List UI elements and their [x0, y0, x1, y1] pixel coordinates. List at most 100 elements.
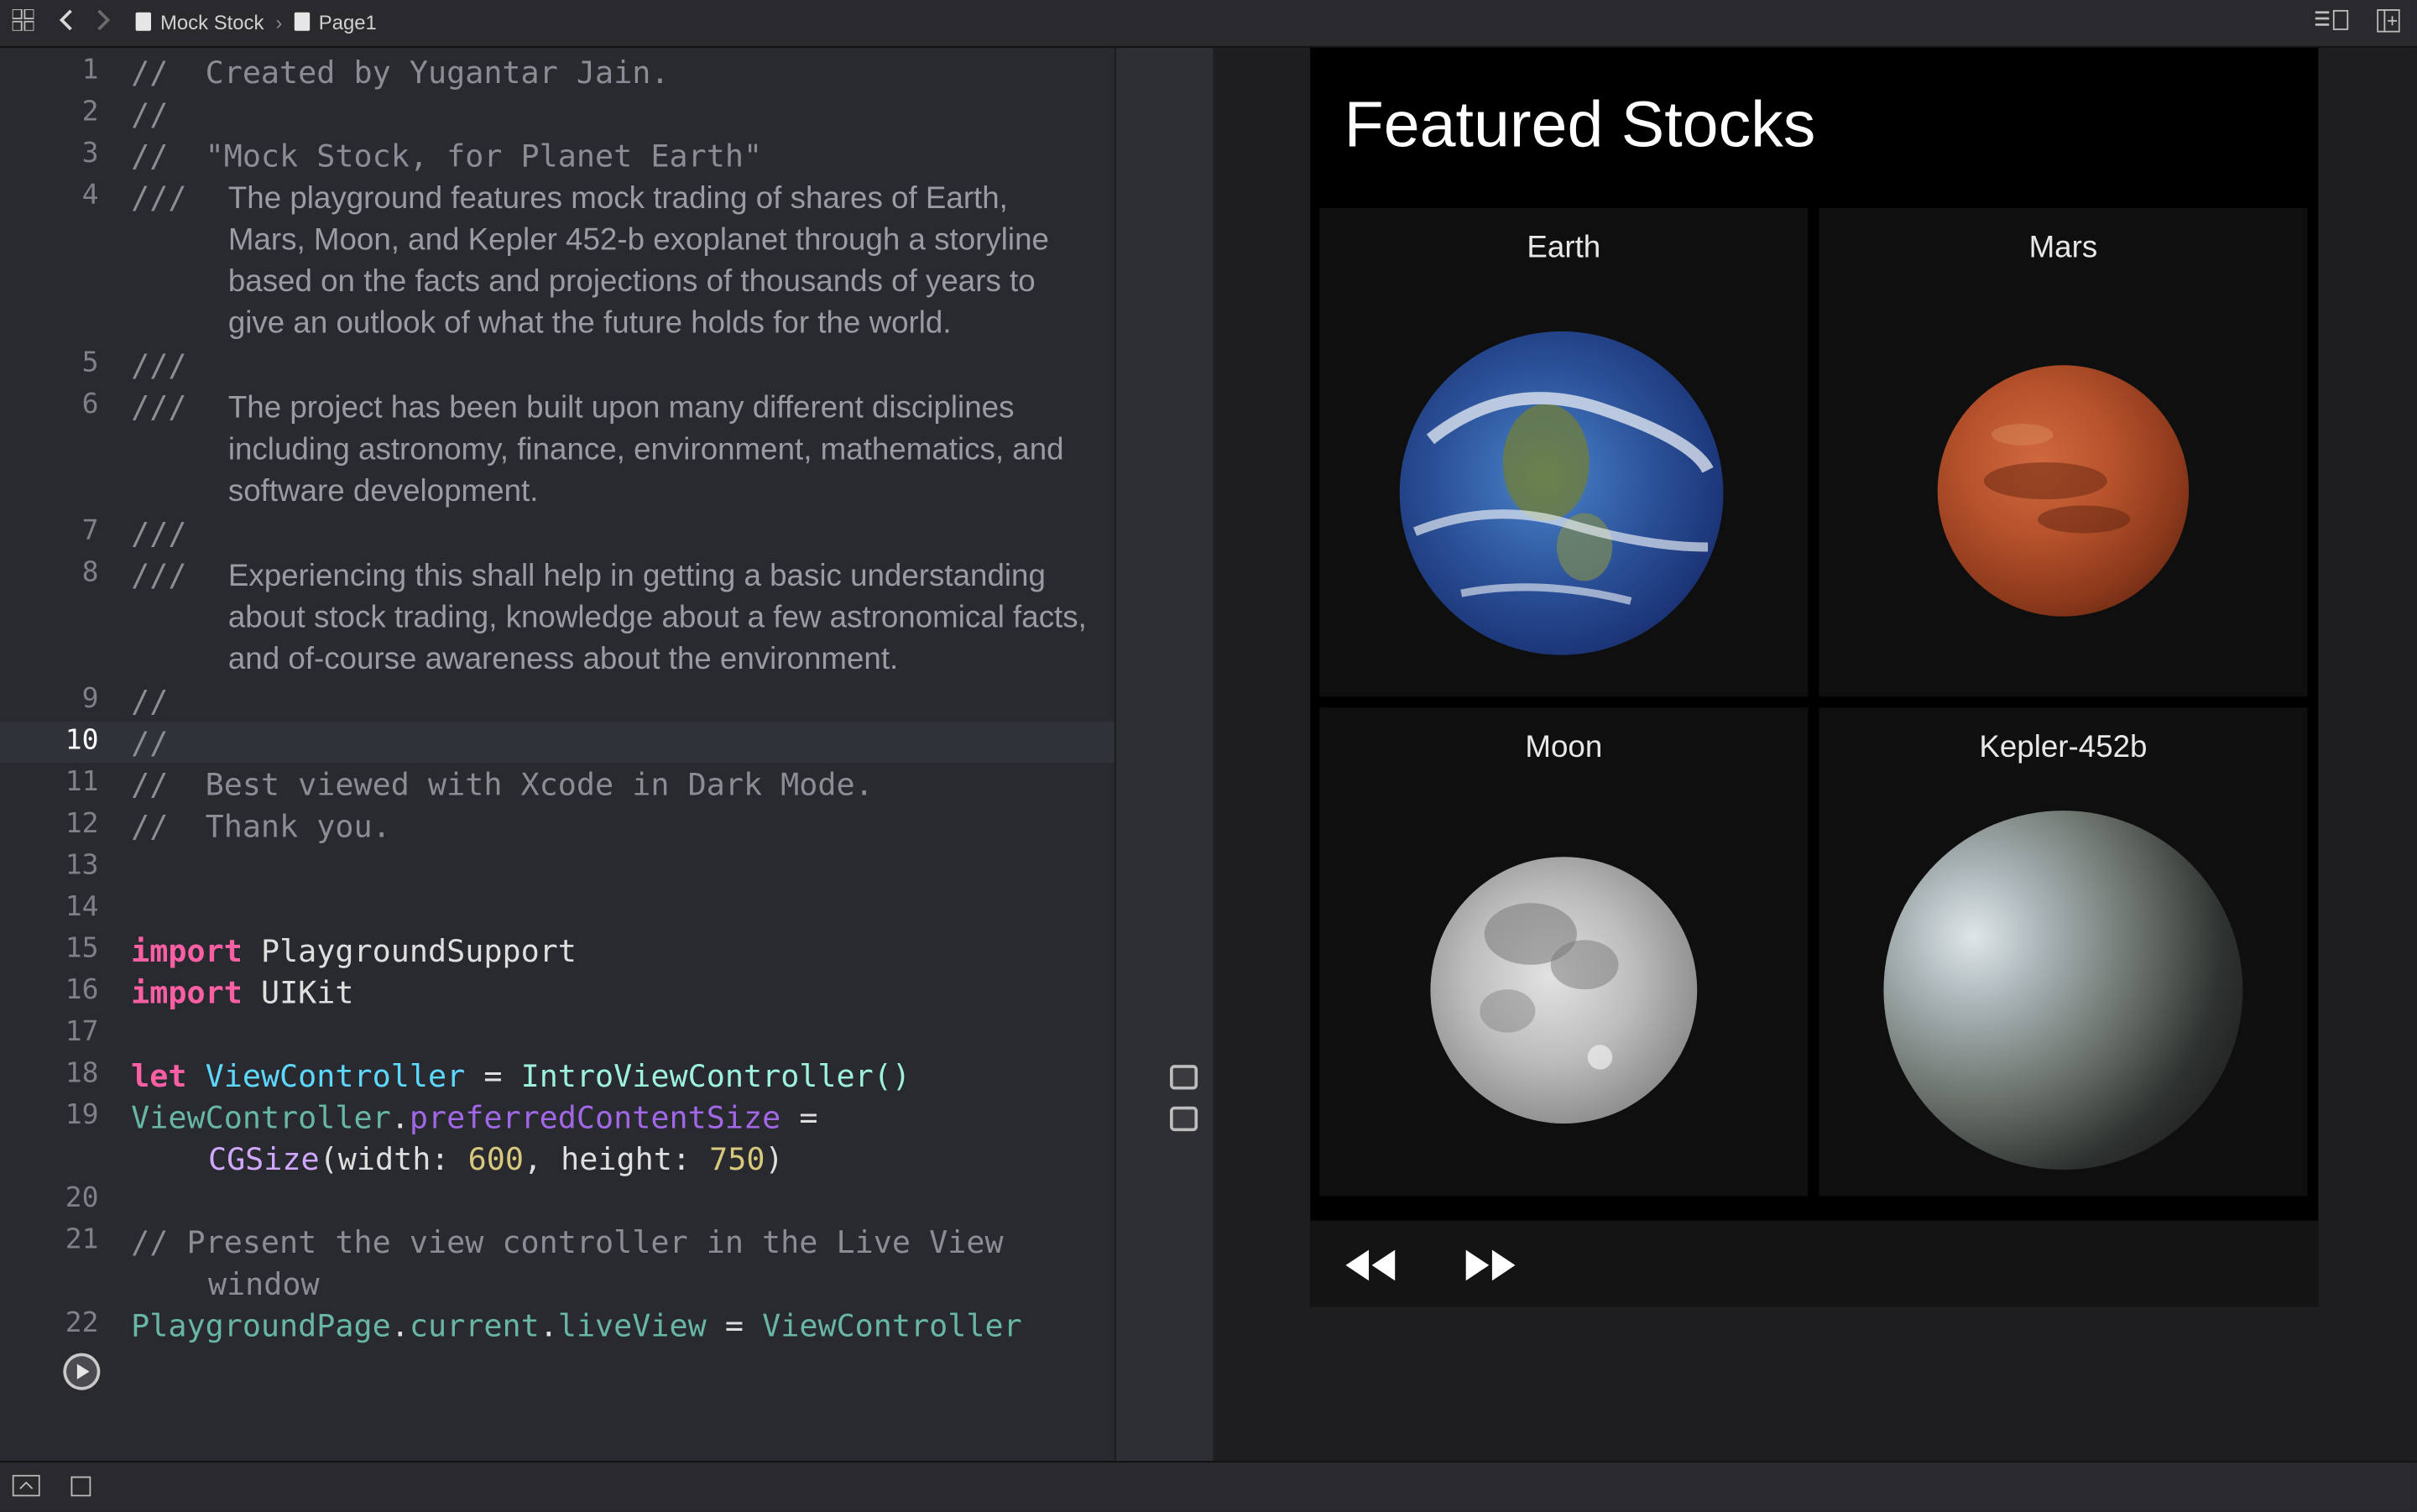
object-name: PlaygroundPage — [131, 1306, 391, 1344]
number-literal: 750 — [709, 1140, 765, 1178]
stock-card-earth[interactable]: Earth — [1319, 207, 1809, 697]
page-file-icon — [294, 12, 310, 31]
line-number: 7 — [81, 514, 99, 548]
line-number: 16 — [65, 973, 99, 1007]
source-editor[interactable]: 1 // Created by Yugantar Jain. 2 // 3 // "M… — [0, 47, 1115, 1462]
line-number: 5 — [81, 347, 99, 379]
breadcrumb: Mock Stock › Page1 — [135, 10, 377, 34]
variable-name: ViewController — [205, 1056, 466, 1095]
bottom-debug-bar — [0, 1461, 2417, 1512]
fast-forward-icon[interactable] — [1464, 1249, 1516, 1290]
back-chevron-icon[interactable] — [59, 9, 74, 35]
line-number: 6 — [81, 388, 99, 421]
playground-file-icon — [135, 12, 151, 31]
breadcrumb-page[interactable]: Page1 — [319, 11, 377, 34]
stock-card-kepler-452b[interactable]: Kepler-452b — [1819, 707, 2308, 1197]
moon-image — [1430, 857, 1698, 1124]
stock-name: Kepler-452b — [1979, 730, 2148, 765]
line-number: 22 — [65, 1306, 99, 1340]
result-toggle-icon[interactable] — [1170, 1106, 1198, 1132]
line-number: 21 — [65, 1223, 99, 1256]
line-number: 9 — [81, 682, 99, 716]
code-text: // Created by Yugantar Jain. — [131, 54, 670, 91]
earth-image — [1399, 331, 1724, 655]
breadcrumb-project[interactable]: Mock Stock — [160, 11, 264, 34]
mars-image — [1937, 365, 2190, 617]
stock-card-moon[interactable]: Moon — [1319, 707, 1809, 1197]
stock-name: Earth — [1527, 231, 1601, 265]
code-text: // Present the view controller in the Li… — [131, 1223, 1004, 1261]
stock-name: Moon — [1525, 730, 1603, 765]
dot: . — [390, 1098, 410, 1136]
add-editor-icon[interactable] — [2377, 9, 2400, 37]
args: , height: — [523, 1140, 710, 1178]
line-number: 12 — [65, 807, 99, 841]
result-toggle-icon[interactable] — [1170, 1065, 1198, 1090]
rewind-icon[interactable] — [1344, 1249, 1396, 1290]
line-number: 1 — [81, 54, 99, 86]
module-name: PlaygroundSupport — [260, 932, 577, 970]
args: ) — [765, 1140, 784, 1178]
editor-options-icon[interactable] — [2315, 9, 2349, 35]
line-number: 11 — [65, 765, 99, 799]
property-name: preferredContentSize — [409, 1098, 781, 1136]
doc-prefix: /// — [131, 179, 187, 216]
breadcrumb-separator: › — [275, 10, 283, 34]
code-text: window — [207, 1264, 320, 1303]
forward-chevron-icon[interactable] — [96, 9, 111, 35]
keyword: import — [131, 932, 243, 970]
initializer-call: IntroViewController() — [520, 1056, 911, 1095]
code-text: // Thank you. — [131, 807, 391, 845]
results-sidebar — [1114, 47, 1215, 1462]
playback-controls — [1310, 1220, 2319, 1307]
code-text: // "Mock Stock, for Planet Earth" — [131, 137, 763, 175]
line-number: 13 — [65, 849, 99, 882]
line-number: 14 — [65, 890, 99, 924]
code-text: // — [131, 682, 169, 720]
operator: = — [780, 1098, 818, 1136]
object-name: ViewController — [131, 1098, 391, 1136]
line-number: 19 — [65, 1098, 99, 1132]
top-navigation-bar: Mock Stock › Page1 — [0, 0, 2417, 48]
kepler-452b-image — [1883, 811, 2243, 1170]
variable-name: ViewController — [762, 1306, 1022, 1344]
type-name: CGSize — [207, 1140, 320, 1178]
live-view: Featured Stocks Earth Mars Moon Kepler-4… — [1310, 47, 2319, 1307]
line-number: 15 — [65, 932, 99, 965]
doc-prefix: /// — [131, 388, 187, 425]
operator: = — [465, 1056, 521, 1095]
keyword: let — [131, 1056, 187, 1095]
line-number: 3 — [81, 137, 99, 170]
line-number: 17 — [65, 1015, 99, 1048]
doc-comment-text: Experiencing this shall help in getting … — [227, 559, 1087, 677]
keyword: import — [131, 973, 243, 1011]
xcode-playground-window: Mock Stock › Page1 1 // Created by Yugant… — [0, 0, 2417, 1512]
line-number: 10 — [65, 724, 99, 757]
doc-prefix: /// — [131, 556, 187, 594]
console-toggle-icon[interactable] — [70, 1476, 91, 1504]
stock-card-mars[interactable]: Mars — [1819, 207, 2308, 697]
property-name: liveView — [557, 1306, 707, 1344]
run-button[interactable] — [63, 1353, 101, 1390]
line-number: 20 — [65, 1181, 99, 1215]
module-name: UIKit — [260, 973, 354, 1011]
code-text: /// — [131, 514, 187, 552]
line-number: 18 — [65, 1056, 99, 1090]
code-text: /// — [131, 347, 187, 384]
line-number: 2 — [81, 95, 99, 128]
number-literal: 600 — [467, 1140, 524, 1178]
line-number: 4 — [81, 179, 99, 211]
line-number: 8 — [81, 556, 99, 589]
stock-name: Mars — [2028, 231, 2098, 265]
code-text: // — [131, 95, 169, 133]
property-name: current — [409, 1306, 540, 1344]
doc-comment-text: The playground features mock trading of … — [227, 181, 1049, 341]
doc-comment-text: The project has been built upon many dif… — [227, 391, 1064, 509]
operator: = — [706, 1306, 763, 1344]
args: (width: — [319, 1140, 468, 1178]
grid-icon[interactable] — [11, 8, 35, 35]
play-icon — [65, 1356, 97, 1388]
featured-stocks-title: Featured Stocks — [1344, 87, 1816, 161]
code-text: // Best viewed with Xcode in Dark Mode. — [131, 765, 874, 803]
hide-debug-area-icon[interactable] — [12, 1474, 40, 1504]
